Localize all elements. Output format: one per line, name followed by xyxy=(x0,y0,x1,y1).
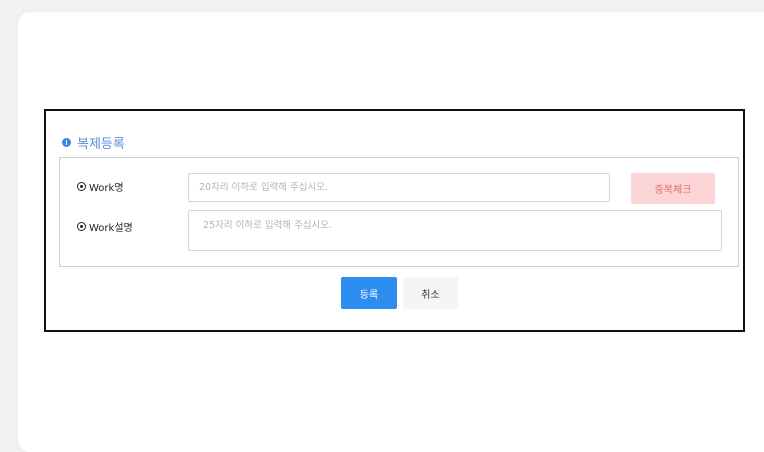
register-button[interactable]: 등록 xyxy=(341,277,397,309)
dialog-title: 복제등록 xyxy=(62,133,125,152)
work-name-label: Work명 xyxy=(77,179,124,194)
work-name-row: Work명 중복체크 xyxy=(60,158,738,210)
form-box: Work명 중복체크 Work설명 xyxy=(59,157,739,267)
dialog-title-text: 복제등록 xyxy=(77,137,125,152)
cancel-button[interactable]: 취소 xyxy=(403,277,458,309)
work-name-label-text: Work명 xyxy=(89,183,124,194)
work-name-input[interactable] xyxy=(188,173,610,202)
work-desc-label-text: Work설명 xyxy=(89,223,133,234)
work-desc-label: Work설명 xyxy=(77,219,133,234)
work-desc-row: Work설명 xyxy=(60,208,738,262)
radio-dot-icon xyxy=(77,182,86,191)
work-desc-textarea[interactable] xyxy=(188,210,722,251)
duplicate-check-button[interactable]: 중복체크 xyxy=(631,173,715,204)
radio-dot-icon xyxy=(77,222,86,231)
info-icon xyxy=(62,138,71,147)
duplicate-register-dialog: 복제등록 Work명 중복체크 Work설명 등록 취소 xyxy=(44,109,745,332)
